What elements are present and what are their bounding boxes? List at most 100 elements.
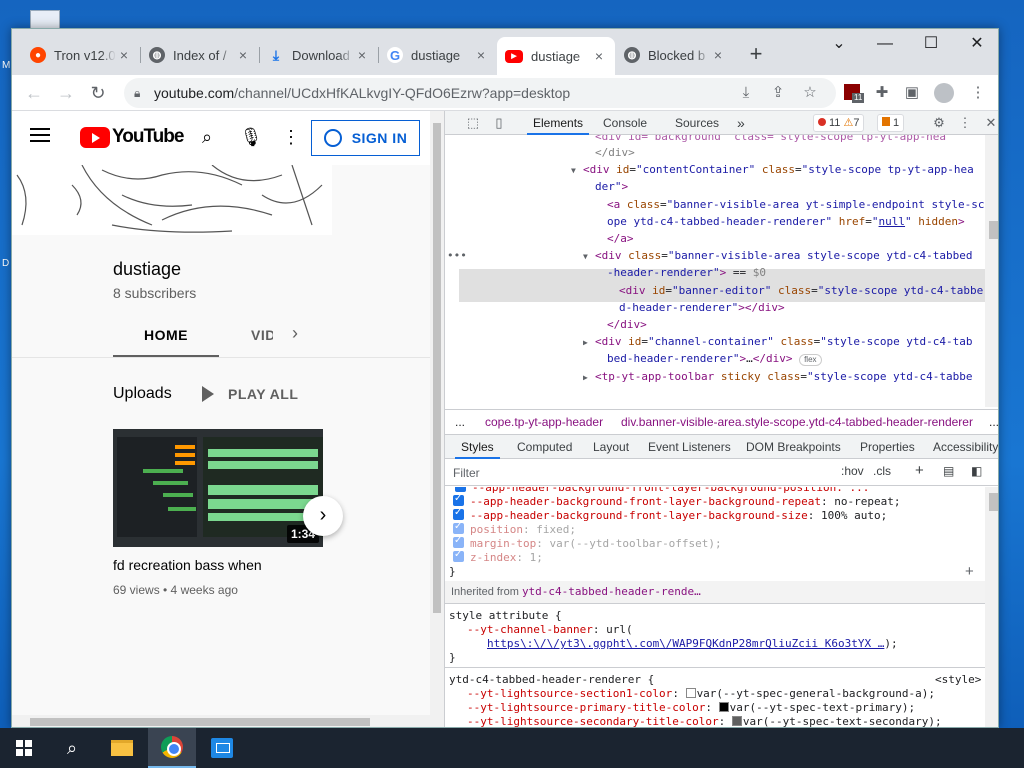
minimize-button[interactable]: —: [862, 29, 908, 59]
expand-arrow-icon[interactable]: ▶: [583, 335, 595, 351]
install-app-icon[interactable]: ⤓: [732, 79, 760, 107]
dom-node-line[interactable]: <a class="banner-visible-area yt-simple-…: [595, 197, 985, 213]
tab-youtube-active[interactable]: ▶ dustiage ×: [497, 37, 615, 75]
styles-scrollbar-thumb[interactable]: [989, 493, 998, 511]
bookmark-star-icon[interactable]: ☆: [796, 79, 824, 107]
checkbox[interactable]: [453, 534, 464, 548]
settings-gear-icon[interactable]: ⚙: [929, 113, 949, 133]
style-declaration[interactable]: --app-header-background-front-layer-back…: [455, 487, 869, 495]
dom-node-line[interactable]: ▼ <div class="banner-visible-area style-s…: [583, 248, 973, 265]
forward-button[interactable]: →: [52, 79, 80, 107]
close-icon[interactable]: ×: [116, 47, 132, 63]
subtab-event-listeners[interactable]: Event Listeners: [648, 435, 731, 459]
hov-button[interactable]: :hov: [841, 464, 864, 478]
tab-console[interactable]: Console: [603, 111, 647, 135]
close-window-button[interactable]: ✕: [954, 29, 998, 59]
color-swatch[interactable]: [685, 688, 696, 698]
tab-sources[interactable]: Sources: [675, 111, 719, 135]
inherited-from-link[interactable]: ytd-c4-tabbed-header-rende…: [522, 585, 701, 598]
color-swatch[interactable]: [731, 716, 742, 726]
dom-line[interactable]: <div id="background" class="style-scope …: [595, 135, 946, 145]
tab-elements[interactable]: Elements: [527, 111, 590, 135]
checkbox[interactable]: [453, 506, 464, 520]
close-icon[interactable]: ×: [591, 48, 607, 64]
style-declaration[interactable]: --yt-lightsource-primary-title-color: va…: [467, 701, 915, 715]
dom-node-line[interactable]: ▶ <tp-yt-app-toolbar sticky class="style-…: [583, 369, 973, 386]
tab-search-icon[interactable]: ⌄: [816, 29, 862, 59]
collapse-arrow-icon[interactable]: ▼: [571, 163, 583, 179]
subtab-accessibility[interactable]: Accessibility: [933, 435, 998, 459]
extension-shield-icon[interactable]: 11: [838, 79, 866, 107]
file-explorer-icon[interactable]: [98, 728, 146, 768]
lock-icon[interactable]: 🔒︎: [134, 86, 140, 101]
breadcrumb-item[interactable]: cope.tp-yt-app-header: [485, 410, 603, 434]
filter-input[interactable]: Filter: [449, 463, 821, 483]
breadcrumb-more[interactable]: ...: [455, 410, 465, 434]
reload-button[interactable]: ↻: [84, 79, 112, 107]
dom-node-line[interactable]: d-header-renderer"></div>: [607, 300, 785, 316]
subtab-layout[interactable]: Layout: [593, 435, 629, 459]
breadcrumb-item-selected[interactable]: div.banner-visible-area.style-scope.ytd-…: [621, 410, 973, 434]
inspect-element-icon[interactable]: ⬚: [463, 113, 483, 133]
style-declaration[interactable]: --app-header-background-front-layer-back…: [453, 506, 887, 523]
error-warning-counter[interactable]: 11 ⚠7: [813, 114, 865, 132]
banner-url-link[interactable]: https\:\/\/yt3\.ggpht\.com\/WAP9FQKdnP28…: [487, 637, 898, 651]
styles-scrollbar[interactable]: [985, 487, 998, 727]
checkbox[interactable]: [453, 520, 464, 534]
subtab-computed[interactable]: Computed: [517, 435, 572, 459]
maximize-button[interactable]: ☐: [908, 29, 954, 59]
search-icon[interactable]: ⌕: [48, 728, 96, 768]
close-icon[interactable]: ×: [354, 47, 370, 63]
back-button[interactable]: ←: [20, 79, 48, 107]
share-icon[interactable]: ⇪: [764, 79, 792, 107]
dom-node-line[interactable]: </div>: [583, 145, 635, 161]
hamburger-menu-icon[interactable]: [30, 128, 50, 142]
page-scrollbar-thumb[interactable]: [433, 123, 441, 613]
close-devtools-icon[interactable]: ✕: [981, 113, 998, 133]
tab-videos[interactable]: VIDE: [251, 327, 273, 343]
video-thumbnail[interactable]: 1:34: [113, 429, 323, 547]
style-declaration[interactable]: z-index: 1;: [453, 548, 543, 565]
style-declaration[interactable]: --app-header-background-front-layer-back…: [453, 492, 900, 509]
video-title[interactable]: fd recreation bass when: [113, 557, 262, 573]
chevron-right-icon[interactable]: ›: [292, 323, 299, 344]
tab-tron[interactable]: ● Tron v12.0 ×: [22, 41, 140, 69]
dom-node-line[interactable]: ▶ <div id="channel-container" class="styl…: [583, 334, 973, 351]
chrome-taskbar-icon[interactable]: [148, 728, 196, 768]
subtab-dom-breakpoints[interactable]: DOM Breakpoints: [746, 435, 841, 459]
dom-node-line[interactable]: -header-renderer"> == $0: [595, 265, 766, 281]
new-style-rule-icon[interactable]: +: [915, 462, 924, 479]
style-declaration[interactable]: --yt-lightsource-secondary-title-color: …: [467, 715, 942, 727]
close-icon[interactable]: ×: [473, 47, 489, 63]
profile-avatar-icon[interactable]: [930, 79, 958, 107]
style-declaration[interactable]: position: fixed;: [453, 520, 576, 537]
dom-scrollbar[interactable]: [985, 135, 998, 407]
extensions-puzzle-icon[interactable]: ✚: [868, 79, 896, 107]
checkbox[interactable]: [453, 548, 464, 562]
horizontal-scrollbar-thumb[interactable]: [30, 718, 370, 726]
tab-google[interactable]: G dustiage ×: [379, 41, 497, 69]
style-declaration[interactable]: --yt-lightsource-section1-color: var(--y…: [467, 687, 935, 701]
tab-blocked[interactable]: ◍ Blocked b ×: [616, 41, 734, 69]
checkbox[interactable]: [453, 492, 464, 506]
sign-in-button[interactable]: SIGN IN: [311, 120, 420, 156]
dom-node-line[interactable]: </a>: [595, 231, 634, 247]
dom-node-line[interactable]: <div id="banner-editor" class="style-sco…: [607, 283, 983, 299]
node-actions-icon[interactable]: •••: [447, 248, 467, 264]
color-swatch[interactable]: [718, 702, 729, 712]
expand-arrow-icon[interactable]: ▶: [583, 370, 595, 386]
breadcrumb-more[interactable]: ...: [989, 410, 998, 434]
style-declaration[interactable]: margin-top: var(--ytd-toolbar-offset);: [453, 534, 722, 551]
app-taskbar-icon[interactable]: [198, 728, 246, 768]
tab-home[interactable]: HOME: [144, 327, 188, 343]
subtab-properties[interactable]: Properties: [860, 435, 915, 459]
dom-node-line[interactable]: ope ytd-c4-tabbed-header-renderer" href=…: [595, 214, 965, 230]
youtube-logo[interactable]: YouTube: [80, 126, 184, 148]
address-bar[interactable]: 🔒︎ youtube.com/channel/UCdxHfKALkvgIY-QF…: [124, 78, 836, 108]
side-panel-icon[interactable]: ▣: [898, 79, 926, 107]
start-button[interactable]: [0, 728, 48, 768]
dom-node-line[interactable]: der">: [583, 179, 628, 195]
tab-download[interactable]: ⤓ Download ×: [260, 41, 378, 69]
more-tabs-icon[interactable]: »: [737, 111, 745, 135]
dom-scrollbar-thumb[interactable]: [989, 221, 998, 239]
